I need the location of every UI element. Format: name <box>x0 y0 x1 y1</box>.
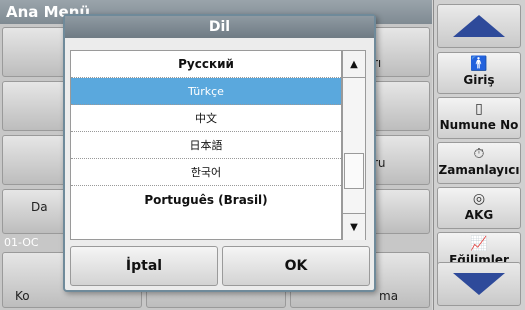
tile-label-fragment: Ko <box>15 289 30 303</box>
akg-disc-icon: ◎ <box>472 191 486 207</box>
list-scroll-down-button[interactable]: ▼ <box>343 213 365 240</box>
language-option-selected[interactable]: Türkçe <box>71 78 341 105</box>
cancel-button[interactable]: İptal <box>70 246 218 286</box>
ok-label: OK <box>284 258 308 274</box>
timer-icon: ⏱ <box>473 146 485 162</box>
language-option[interactable]: Русский <box>71 51 341 78</box>
triangle-up-icon: ▲ <box>350 58 358 70</box>
sample-no-label: Numune No <box>439 118 519 132</box>
language-list[interactable]: Русский Türkçe 中文 日本語 한국어 Português (Bra… <box>70 50 342 240</box>
language-option[interactable]: 日本語 <box>71 132 341 159</box>
language-dialog: Dil Русский Türkçe 中文 日本語 한국어 Português … <box>63 14 376 292</box>
sample-no-button[interactable]: ▯ Numune No <box>437 97 521 139</box>
language-option[interactable]: 한국어 <box>71 159 341 186</box>
person-icon: 🚹 <box>470 56 488 72</box>
list-scroll-up-button[interactable]: ▲ <box>343 51 365 78</box>
tile-label-fragment: ma <box>379 289 399 303</box>
status-text: 01-OC <box>4 236 39 249</box>
dialog-title: Dil <box>65 16 374 38</box>
language-option-label: Русский <box>178 57 234 71</box>
login-button[interactable]: 🚹 Giriş <box>437 52 521 94</box>
timer-label: Zamanlayıcı <box>438 163 520 177</box>
list-scrollbar[interactable]: ▲ ▼ <box>342 50 366 240</box>
language-option-label: 日本語 <box>189 139 223 152</box>
triangle-down-icon: ▼ <box>350 221 358 233</box>
language-option-label: Português (Brasil) <box>144 192 268 207</box>
akg-label: AKG <box>464 208 494 222</box>
login-label: Giriş <box>463 73 495 87</box>
language-option[interactable]: Português (Brasil) <box>71 186 341 213</box>
timer-button[interactable]: ⏱ Zamanlayıcı <box>437 142 521 184</box>
triangle-up-icon <box>453 15 505 37</box>
scrollbar-thumb[interactable] <box>344 153 364 189</box>
ok-button[interactable]: OK <box>222 246 370 286</box>
akg-button[interactable]: ◎ AKG <box>437 187 521 229</box>
sample-vial-icon: ▯ <box>475 101 483 117</box>
language-option-label: 한국어 <box>190 166 222 179</box>
language-option[interactable]: 中文 <box>71 105 341 132</box>
language-option-label: Türkçe <box>188 84 224 98</box>
scroll-down-button[interactable] <box>437 262 521 306</box>
scroll-up-button[interactable] <box>437 4 521 48</box>
language-option-label: 中文 <box>195 112 217 125</box>
cancel-label: İptal <box>125 258 163 274</box>
triangle-down-icon <box>453 273 505 295</box>
tile-label-fragment: Da <box>31 200 48 214</box>
trend-chart-icon: 📈 <box>470 236 488 252</box>
